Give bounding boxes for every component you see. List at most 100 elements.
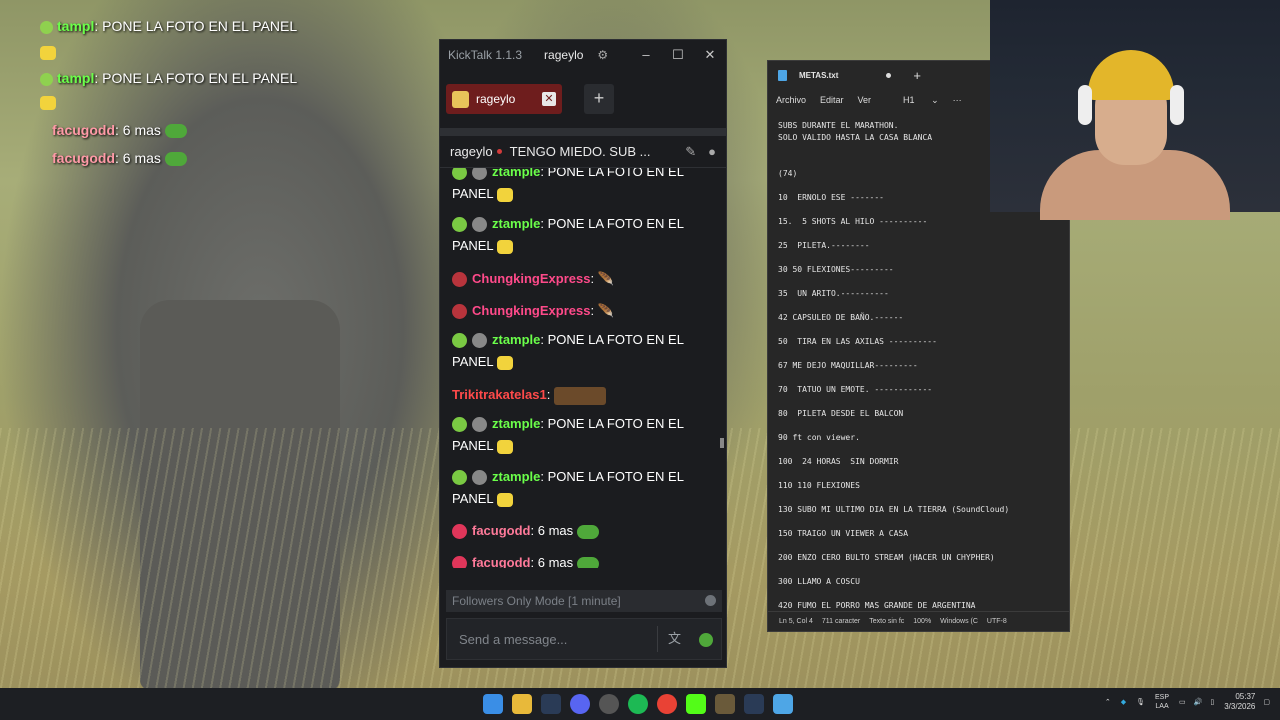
chat-message: ztample: PONE LA FOTO EN EL PANEL (452, 332, 684, 370)
tab-rageylo[interactable]: rageylo ✕ (446, 84, 562, 114)
pepe-emote-icon (164, 152, 187, 167)
encoding[interactable]: UTF-8 (987, 618, 1007, 625)
settings-gear-icon[interactable]: ⚙ (597, 48, 608, 62)
clock[interactable]: 05:37 3/3/2026 (1224, 692, 1255, 712)
maximize-icon[interactable]: ☐ (662, 47, 694, 63)
tray-app-icon[interactable]: ◆ (1121, 698, 1126, 706)
pepe-emote-icon (576, 556, 599, 568)
kicktalk-window: KickTalk 1.1.3 rageylo ⚙ – ☐ ✕ rageylo ✕… (439, 39, 727, 668)
start-icon[interactable] (483, 694, 503, 714)
emote-icon (496, 492, 513, 507)
new-tab-button[interactable]: + (913, 68, 921, 83)
heading-select[interactable]: H1 ⌄ (903, 95, 939, 106)
user-icon[interactable]: ● (708, 144, 716, 159)
app-icon[interactable] (599, 694, 619, 714)
text-line: 70 TATUO UN EMOTE. ------------ (778, 385, 933, 394)
chat-message: ChungkingExpress: 🪶 (452, 268, 702, 290)
line-ending[interactable]: Windows (C (940, 618, 978, 625)
pepe-emote-icon (576, 524, 599, 539)
chat-messages: ztample: PONE LA FOTO EN EL PANEL ztample… (440, 168, 726, 568)
text-line: 42 CAPSULEO DE BAÑO.------ (778, 313, 904, 322)
microphone-icon[interactable]: 🎙 (1136, 698, 1145, 706)
webcam-feed (990, 0, 1280, 220)
headphone-icon (1170, 85, 1184, 125)
volume-icon[interactable]: 🔊 (1194, 698, 1203, 706)
chat-header: rageylo TENGO MIEDO. SUB ... ✎ ● (440, 136, 726, 168)
windows-taskbar: ⌃ ◆ 🎙 ESP LAA ▭ 🔊 ▯ 05:37 3/3/2026 ▢ (0, 688, 1280, 720)
text-line: 130 SUBO MI ULTIMO DIA EN LA TIERRA (Sou… (778, 505, 1010, 514)
text-line: 420 FUMO EL PORRO MAS GRANDE DE ARGENTIN… (778, 601, 976, 610)
chat-message: ztample: PONE LA FOTO EN EL PANEL (452, 416, 684, 454)
taskbar-apps (483, 694, 802, 714)
divider (440, 128, 726, 136)
menu-ver[interactable]: Ver (858, 95, 872, 105)
steam-icon[interactable] (541, 694, 561, 714)
discord-icon[interactable] (570, 694, 590, 714)
close-icon[interactable]: ✕ (694, 47, 726, 63)
translate-icon[interactable]: 文 (657, 626, 691, 652)
text-format[interactable]: Texto sin fc (869, 618, 904, 625)
text-line: SUBS DURANTE EL MARATHON. (778, 121, 899, 130)
pepe-emote-icon (164, 124, 187, 139)
title-bar: KickTalk 1.1.3 rageylo ⚙ – ☐ ✕ (440, 40, 726, 70)
message-input[interactable]: Send a message... 文 (446, 618, 722, 660)
chrome-icon[interactable] (657, 694, 677, 714)
app-title: KickTalk 1.1.3 (448, 48, 523, 62)
chat-message: ztample: PONE LA FOTO EN EL PANEL (452, 469, 684, 507)
overlay-emote-row (40, 44, 56, 61)
minecraft-icon[interactable] (715, 694, 735, 714)
battery-icon[interactable]: ▯ (1210, 698, 1214, 706)
system-tray: ⌃ ◆ 🎙 ESP LAA ▭ 🔊 ▯ 05:37 3/3/2026 ▢ (1105, 692, 1270, 712)
input-language[interactable]: ESP LAA (1155, 693, 1169, 711)
headphone-icon (1078, 85, 1092, 125)
text-line: 80 PILETA DESDE EL BALCON (778, 409, 904, 418)
text-line: 150 TRAIGO UN VIEWER A CASA (778, 529, 909, 538)
document-icon (778, 69, 787, 81)
unsaved-indicator-icon (886, 72, 892, 78)
add-tab-button[interactable]: + (584, 84, 614, 114)
close-tab-icon[interactable]: ✕ (542, 92, 556, 106)
badge-icon (472, 470, 487, 486)
notepad-icon[interactable] (773, 694, 793, 714)
minions-emote-icon (553, 386, 606, 405)
emote-icon (496, 239, 513, 254)
steam-app-icon[interactable] (744, 694, 764, 714)
emote-picker-icon[interactable] (691, 631, 721, 647)
badge-icon (472, 217, 487, 233)
minimize-icon[interactable]: – (630, 47, 662, 63)
stream-title: TENGO MIEDO. SUB ... (509, 144, 651, 159)
badge-icon (452, 524, 467, 540)
file-explorer-icon[interactable] (512, 694, 532, 714)
info-icon[interactable] (705, 595, 716, 606)
tab-metas[interactable]: METAS.txt (799, 71, 838, 80)
badge-icon (452, 556, 467, 568)
badge-icon (472, 333, 487, 349)
notifications-icon[interactable]: ▢ (1263, 698, 1270, 706)
emote-icon (496, 355, 513, 370)
window-controls: – ☐ ✕ (630, 47, 726, 63)
emote-icon (40, 46, 56, 61)
text-line: 200 ENZO CERO BULTO STREAM (HACER UN CHY… (778, 553, 995, 562)
menu-editar[interactable]: Editar (820, 95, 844, 105)
text-line: 110 110 FLEXIONES (778, 481, 860, 490)
pin-icon[interactable]: ✎ (685, 144, 696, 160)
zoom-level[interactable]: 100% (913, 618, 931, 625)
more-icon[interactable]: ··· (953, 95, 962, 105)
bot-badge-icon (452, 470, 467, 486)
overlay-message: tampl: PONE LA FOTO EN EL PANEL (40, 18, 297, 34)
emote-icon (496, 439, 513, 454)
chat-scrollbar[interactable] (720, 438, 724, 448)
text-line: 100 24 HORAS SIN DORMIR (778, 457, 899, 466)
text-line: 30 50 FLEXIONES--------- (778, 265, 894, 274)
network-icon[interactable]: ▭ (1179, 698, 1186, 706)
text-line: 50 TIRA EN LAS AXILAS ---------- (778, 337, 937, 346)
menu-archivo[interactable]: Archivo (776, 95, 806, 105)
chat-message: Trikitrakatelas1: (452, 384, 702, 406)
overlay-message: tampl: PONE LA FOTO EN EL PANEL (40, 70, 297, 86)
spotify-icon[interactable] (628, 694, 648, 714)
text-line: (74) (778, 169, 798, 178)
emote-icon (496, 187, 513, 202)
bot-badge-icon (40, 20, 53, 34)
chevron-up-icon[interactable]: ⌃ (1105, 698, 1111, 706)
kick-icon[interactable] (686, 694, 706, 714)
